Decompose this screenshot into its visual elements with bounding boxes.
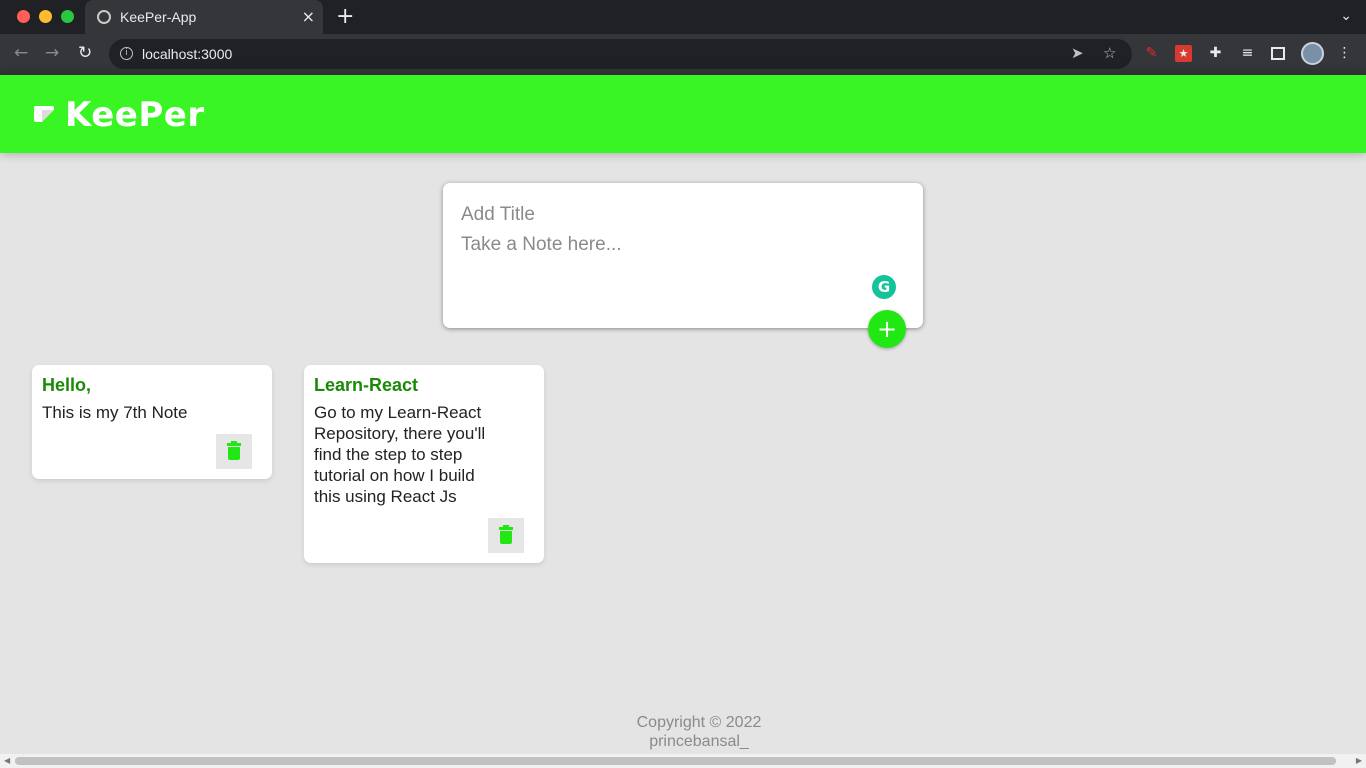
new-tab-button[interactable]: + (336, 4, 354, 29)
star-icon[interactable]: ☆ (1103, 44, 1116, 62)
delete-button[interactable] (216, 434, 252, 469)
browser-tab-bar: KeePer-App × + ⌄ (0, 0, 1366, 34)
extension-icon[interactable]: ★ (1175, 45, 1192, 62)
puzzle-icon[interactable]: ✚ (1207, 45, 1224, 62)
content-textarea[interactable] (461, 234, 861, 294)
add-note-button[interactable]: + (868, 310, 906, 348)
sidebar-icon[interactable] (1271, 47, 1285, 60)
note-content: This is my 7th Note (42, 403, 188, 422)
tab-title: KeePer-App (120, 9, 197, 25)
maximize-window-button[interactable] (61, 10, 74, 23)
forward-arrow-icon[interactable]: → (45, 43, 59, 63)
send-icon[interactable]: ➤ (1071, 44, 1084, 62)
scroll-right-icon[interactable]: ▶ (1356, 756, 1362, 765)
avatar[interactable] (1301, 42, 1324, 65)
address-bar[interactable]: i localhost:3000 ➤ ☆ (109, 39, 1132, 69)
browser-tab[interactable]: KeePer-App × (85, 0, 323, 34)
note-icon (34, 106, 54, 122)
copyright-text: Copyright © 2022 (636, 714, 762, 731)
minimize-window-button[interactable] (39, 10, 52, 23)
author-text: princebansal_ (649, 733, 749, 750)
scroll-left-icon[interactable]: ◀ (4, 756, 10, 765)
note-card: Learn-React Go to my Learn-React Reposit… (304, 365, 544, 563)
footer: Copyright © 2022 princebansal_ (629, 713, 769, 751)
media-icon[interactable]: ≡ (1239, 45, 1256, 62)
note-card: Hello, This is my 7th Note (32, 365, 272, 479)
close-window-button[interactable] (17, 10, 30, 23)
grammarly-icon[interactable]: G (872, 275, 896, 299)
app-header: KeePer (0, 75, 1366, 153)
more-icon[interactable]: ⋮ (1336, 45, 1353, 62)
globe-icon (97, 10, 111, 24)
note-content: Go to my Learn-React Repository, there y… (314, 403, 486, 506)
note-title: Hello, (42, 375, 92, 395)
note-title: Learn-React (314, 375, 419, 395)
trash-icon (499, 525, 513, 544)
title-input[interactable] (461, 202, 901, 228)
brand-title: KeePer (65, 95, 205, 135)
tab-search-icon[interactable]: ⌄ (1340, 8, 1352, 24)
delete-button[interactable] (488, 518, 524, 553)
tab-close-icon[interactable]: × (302, 7, 315, 27)
scrollbar-thumb[interactable] (15, 757, 1336, 765)
browser-toolbar: ← → ↻ i localhost:3000 ➤ ☆ ✎ ★ ✚ ≡ ⋮ (0, 34, 1366, 75)
horizontal-scrollbar[interactable]: ◀ ▶ (0, 754, 1366, 768)
url-text[interactable]: localhost:3000 (142, 46, 232, 62)
trash-icon (227, 441, 241, 460)
pen-extension-icon[interactable]: ✎ (1143, 45, 1160, 62)
info-icon[interactable]: i (120, 47, 133, 60)
back-arrow-icon[interactable]: ← (14, 43, 28, 63)
reload-icon[interactable]: ↻ (78, 43, 92, 63)
create-note-form: G (443, 183, 923, 328)
